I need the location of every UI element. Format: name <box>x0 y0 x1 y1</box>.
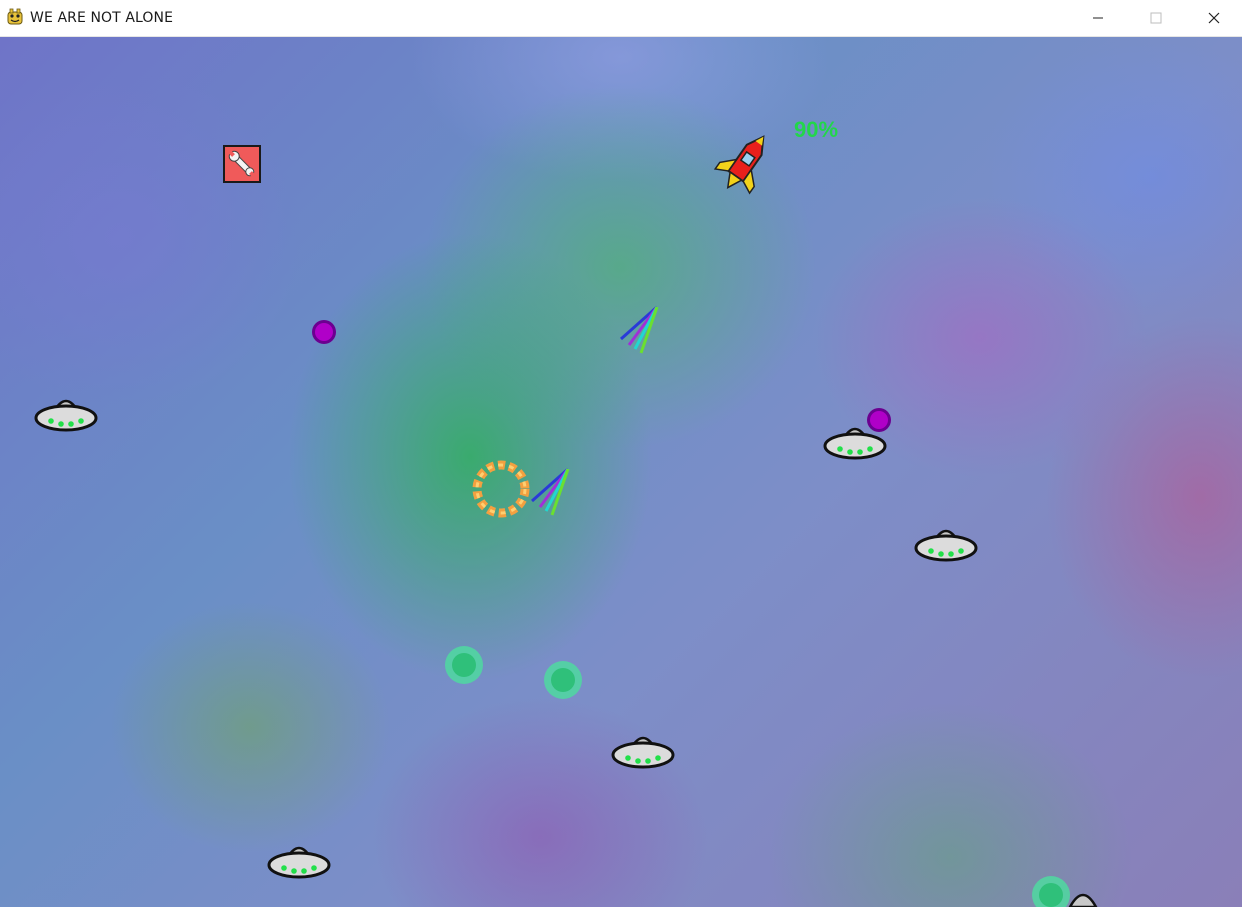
ufo-enemy-icon <box>1068 893 1098 907</box>
explosion-ring-icon <box>472 460 530 518</box>
green-orb-icon <box>544 661 582 699</box>
window-title: WE ARE NOT ALONE <box>30 10 174 26</box>
ufo-enemy-icon <box>34 399 98 432</box>
minimize-button[interactable] <box>1069 0 1127 36</box>
close-icon <box>1208 12 1220 24</box>
green-orb-icon <box>445 646 483 684</box>
minimize-icon <box>1093 17 1103 19</box>
purple-orb-icon <box>312 320 336 344</box>
health-percent-label: 90% <box>794 117 839 142</box>
maximize-button[interactable] <box>1127 0 1185 36</box>
ufo-enemy-icon <box>267 846 331 879</box>
window-titlebar: WE ARE NOT ALONE <box>0 0 1242 37</box>
rainbow-shot-icon <box>620 305 659 354</box>
wrench-crate-icon[interactable] <box>223 145 261 183</box>
player-rocket-icon <box>713 135 765 195</box>
game-canvas[interactable]: 90% <box>0 37 1242 907</box>
rainbow-shot-icon <box>531 467 570 516</box>
close-button[interactable] <box>1185 0 1242 36</box>
ufo-enemy-icon <box>823 427 887 460</box>
ufo-enemy-icon <box>914 529 978 562</box>
ufo-enemy-icon <box>611 736 675 769</box>
pygame-snake-icon <box>7 8 23 25</box>
maximize-icon <box>1150 12 1162 24</box>
